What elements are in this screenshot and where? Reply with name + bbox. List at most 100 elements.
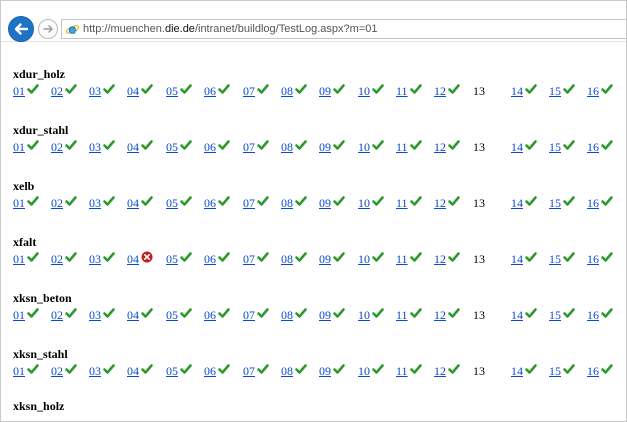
test-run-link[interactable]: 07 [243, 364, 255, 378]
test-run-link[interactable]: 14 [511, 140, 523, 154]
test-run-link[interactable]: 08 [281, 140, 293, 154]
test-run-link[interactable]: 01 [13, 252, 25, 266]
test-run-link[interactable]: 10 [358, 196, 370, 210]
test-run-link[interactable]: 05 [166, 364, 178, 378]
test-run-link[interactable]: 03 [89, 196, 101, 210]
test-run-link[interactable]: 06 [204, 308, 216, 322]
test-run-link[interactable]: 10 [358, 84, 370, 98]
test-run-link[interactable]: 11 [396, 364, 408, 378]
browser-window: http://muenchen.die.de/intranet/buildlog… [0, 0, 627, 422]
test-run-link[interactable]: 10 [358, 140, 370, 154]
test-run-link[interactable]: 07 [243, 140, 255, 154]
test-run-link[interactable]: 05 [166, 196, 178, 210]
test-run-link[interactable]: 03 [89, 140, 101, 154]
test-run-link[interactable]: 07 [243, 196, 255, 210]
test-run-link[interactable]: 09 [319, 140, 331, 154]
test-run-link[interactable]: 16 [587, 364, 599, 378]
test-run-link[interactable]: 07 [243, 252, 255, 266]
test-run-link[interactable]: 02 [51, 84, 63, 98]
test-run-link[interactable]: 16 [587, 140, 599, 154]
test-run-link[interactable]: 02 [51, 308, 63, 322]
test-run-link[interactable]: 03 [89, 364, 101, 378]
test-run-link[interactable]: 12 [434, 252, 446, 266]
test-run-link[interactable]: 16 [587, 308, 599, 322]
test-run-link[interactable]: 14 [511, 252, 523, 266]
test-run-link[interactable]: 04 [127, 196, 139, 210]
test-run-link[interactable]: 12 [434, 308, 446, 322]
test-run-link[interactable]: 12 [434, 196, 446, 210]
test-run-link[interactable]: 01 [13, 364, 25, 378]
test-run-link[interactable]: 11 [396, 140, 408, 154]
test-run-link[interactable]: 02 [51, 140, 63, 154]
test-run-item: 16 [587, 250, 613, 266]
test-run-link[interactable]: 14 [511, 84, 523, 98]
test-run-link[interactable]: 15 [549, 196, 561, 210]
test-run-link[interactable]: 11 [396, 252, 408, 266]
forward-button[interactable] [38, 19, 58, 39]
test-run-item: 06 [204, 82, 230, 98]
test-run-link[interactable]: 06 [204, 364, 216, 378]
test-run-link[interactable]: 15 [549, 252, 561, 266]
test-run-link[interactable]: 09 [319, 308, 331, 322]
test-run-link[interactable]: 10 [358, 252, 370, 266]
test-run-link[interactable]: 02 [51, 364, 63, 378]
test-run-link[interactable]: 10 [358, 364, 370, 378]
test-run-link[interactable]: 01 [13, 308, 25, 322]
test-run-link[interactable]: 16 [587, 84, 599, 98]
test-run-link[interactable]: 14 [511, 364, 523, 378]
test-run-link[interactable]: 16 [587, 252, 599, 266]
test-run-link[interactable]: 04 [127, 140, 139, 154]
test-run-link[interactable]: 09 [319, 252, 331, 266]
test-run-item: 15 [549, 250, 575, 266]
test-run-link[interactable]: 11 [396, 308, 408, 322]
test-run-link[interactable]: 12 [434, 84, 446, 98]
test-run-link[interactable]: 08 [281, 308, 293, 322]
test-run-link[interactable]: 04 [127, 308, 139, 322]
test-run-link[interactable]: 03 [89, 84, 101, 98]
test-run-link[interactable]: 10 [358, 308, 370, 322]
back-button[interactable] [8, 16, 34, 42]
test-run-link[interactable]: 04 [127, 84, 139, 98]
test-run-link[interactable]: 16 [587, 196, 599, 210]
address-bar[interactable]: http://muenchen.die.de/intranet/buildlog… [61, 19, 626, 39]
test-run-link[interactable]: 08 [281, 364, 293, 378]
check-icon [448, 252, 460, 262]
test-run-link[interactable]: 05 [166, 84, 178, 98]
test-run-link[interactable]: 14 [511, 196, 523, 210]
test-run-link[interactable]: 11 [396, 196, 408, 210]
test-run-link[interactable]: 12 [434, 364, 446, 378]
test-run-link[interactable]: 09 [319, 84, 331, 98]
test-run-link[interactable]: 08 [281, 196, 293, 210]
test-run-item: 06 [204, 362, 230, 378]
test-run-link[interactable]: 02 [51, 196, 63, 210]
test-run-link[interactable]: 05 [166, 308, 178, 322]
test-run-link[interactable]: 05 [166, 252, 178, 266]
test-run-item: 09 [319, 362, 345, 378]
test-run-link[interactable]: 08 [281, 84, 293, 98]
test-run-link[interactable]: 15 [549, 84, 561, 98]
test-run-link[interactable]: 12 [434, 140, 446, 154]
test-run-link[interactable]: 15 [549, 140, 561, 154]
test-run-link[interactable]: 09 [319, 196, 331, 210]
test-run-link[interactable]: 11 [396, 84, 408, 98]
test-run-link[interactable]: 09 [319, 364, 331, 378]
test-run-link[interactable]: 06 [204, 196, 216, 210]
test-run-link[interactable]: 05 [166, 140, 178, 154]
test-run-link[interactable]: 07 [243, 84, 255, 98]
test-run-link[interactable]: 06 [204, 252, 216, 266]
test-run-link[interactable]: 15 [549, 308, 561, 322]
test-run-link[interactable]: 01 [13, 140, 25, 154]
test-run-link[interactable]: 01 [13, 84, 25, 98]
test-run-link[interactable]: 14 [511, 308, 523, 322]
test-run-link[interactable]: 08 [281, 252, 293, 266]
test-run-link[interactable]: 04 [127, 364, 139, 378]
test-run-link[interactable]: 01 [13, 196, 25, 210]
test-run-link[interactable]: 03 [89, 308, 101, 322]
test-run-link[interactable]: 15 [549, 364, 561, 378]
test-run-link[interactable]: 04 [127, 252, 139, 266]
test-run-link[interactable]: 06 [204, 84, 216, 98]
test-run-link[interactable]: 07 [243, 308, 255, 322]
test-run-link[interactable]: 03 [89, 252, 101, 266]
test-run-link[interactable]: 06 [204, 140, 216, 154]
test-run-link[interactable]: 02 [51, 252, 63, 266]
